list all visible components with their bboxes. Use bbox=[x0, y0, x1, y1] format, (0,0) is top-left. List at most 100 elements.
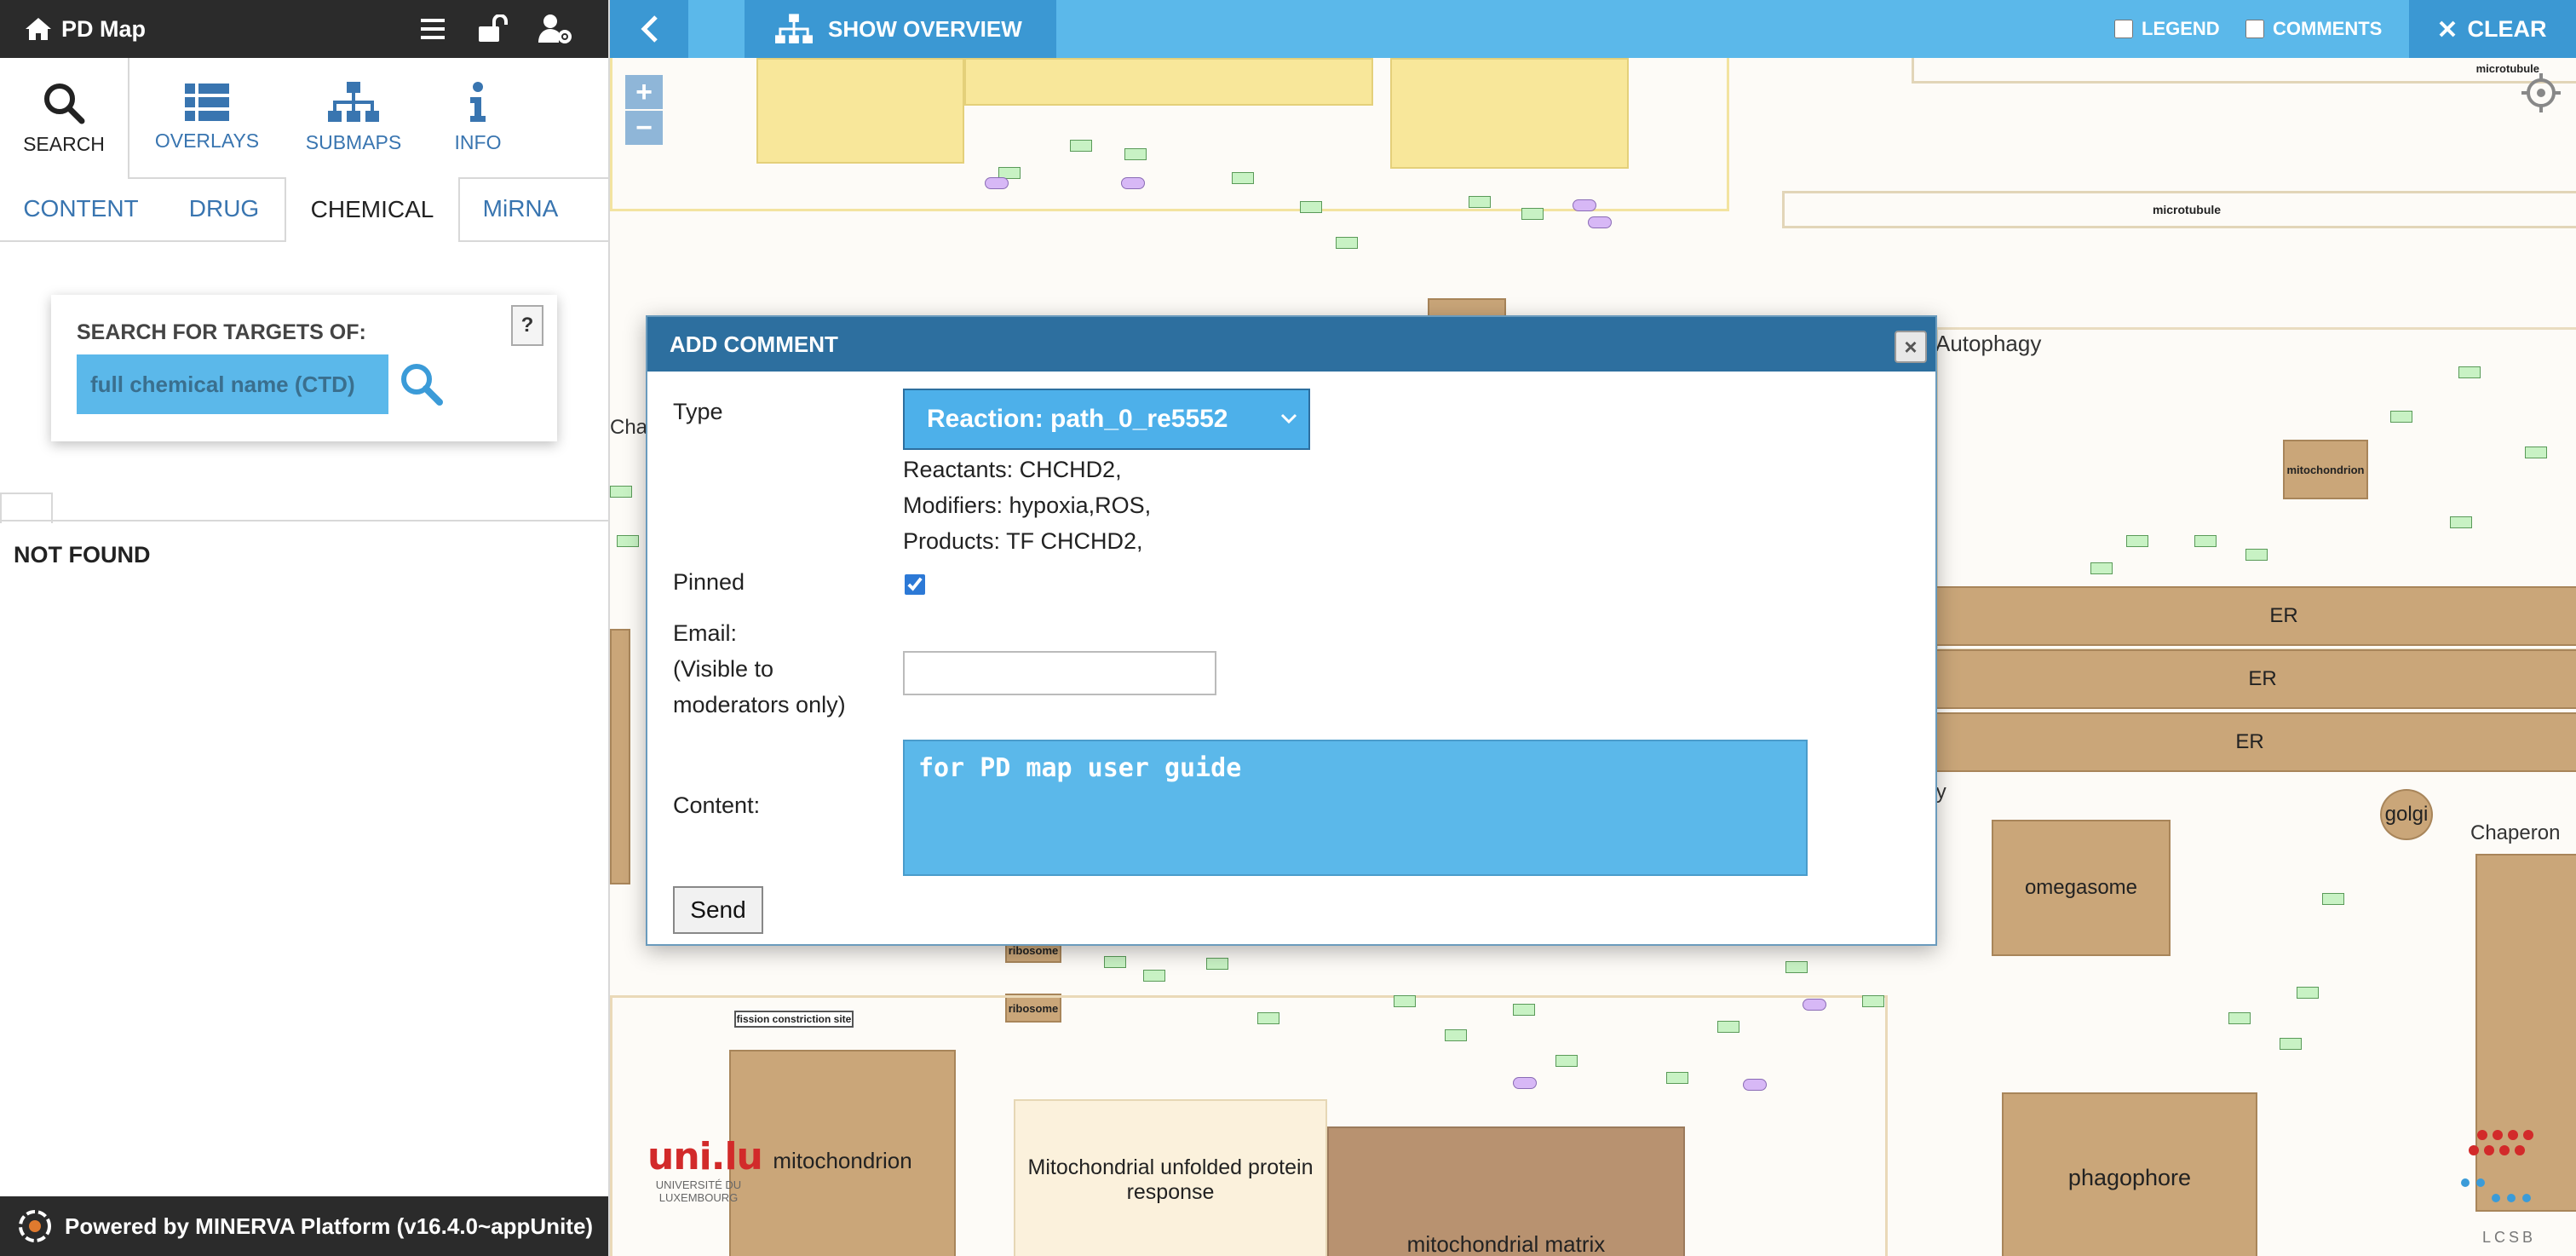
golgi-label: golgi bbox=[2384, 803, 2429, 826]
nav-search[interactable]: SEARCH bbox=[0, 58, 129, 179]
nav-info[interactable]: INFO bbox=[414, 58, 542, 177]
search-icon bbox=[44, 83, 85, 124]
nav-search-label: SEARCH bbox=[23, 132, 105, 155]
chevron-left-icon bbox=[641, 15, 658, 43]
type-select-value: Reaction: path_0_re5552 bbox=[927, 405, 1228, 433]
comments-checkbox[interactable] bbox=[2245, 20, 2264, 38]
lcsb-dots-icon bbox=[2461, 1130, 2533, 1202]
mitochondrion: mitochondrion bbox=[729, 1050, 956, 1256]
mitochondrion-small: mitochondrion bbox=[2283, 440, 2368, 499]
er-1-label: ER bbox=[2269, 604, 2298, 627]
legend-label: LEGEND bbox=[2142, 18, 2220, 39]
zoom-in-button[interactable]: + bbox=[625, 75, 663, 109]
list-icon bbox=[185, 83, 229, 121]
info-icon bbox=[470, 81, 486, 122]
er-3-label: ER bbox=[2235, 730, 2264, 753]
uni-logo-text: uni.lu bbox=[647, 1135, 763, 1178]
collapse-panel-button[interactable] bbox=[610, 0, 688, 58]
left-panel: PD Map SEARCH OVERLAYS SUBMAPS INFO CONT… bbox=[0, 0, 610, 1256]
phagophore: phagophore bbox=[2002, 1092, 2257, 1256]
compartment-yellow-2 bbox=[964, 58, 1373, 106]
add-comment-dialog: ADD COMMENT × Type Reaction: path_0_re55… bbox=[646, 315, 1937, 946]
nav-overlays[interactable]: OVERLAYS bbox=[143, 58, 271, 177]
nav-info-label: INFO bbox=[454, 130, 502, 153]
search-label: SEARCH FOR TARGETS OF: bbox=[77, 320, 366, 344]
microtubule-1: microtubule bbox=[1912, 58, 2576, 84]
minerva-logo-icon bbox=[19, 1210, 51, 1242]
mito-unfolded-label: Mitochondrial unfolded protein response bbox=[1027, 1155, 1314, 1204]
nav-submaps[interactable]: SUBMAPS bbox=[290, 58, 417, 177]
dialog-close-button[interactable]: × bbox=[1895, 331, 1927, 363]
email-label-line3: moderators only) bbox=[673, 692, 846, 717]
clear-label: CLEAR bbox=[2467, 15, 2547, 42]
type-select[interactable]: Reaction: path_0_re5552 bbox=[903, 389, 1310, 450]
modifiers-text: Modifiers: hypoxia,ROS, bbox=[903, 493, 1152, 518]
map-toolbar: SHOW OVERVIEW LEGEND COMMENTS CLEAR bbox=[610, 0, 2576, 58]
close-icon bbox=[2439, 20, 2455, 37]
compartment-yellow-1 bbox=[756, 58, 964, 164]
er-band-3: ER bbox=[1930, 712, 2576, 772]
home-icon bbox=[26, 18, 51, 40]
lcsb-text: LCSB bbox=[2482, 1229, 2537, 1246]
legend-toggle[interactable]: LEGEND bbox=[2114, 0, 2220, 58]
email-label-line2: (Visible to bbox=[673, 656, 774, 682]
zoom-out-button[interactable]: − bbox=[625, 111, 663, 145]
footer: Powered by MINERVA Platform (v16.4.0~app… bbox=[0, 1196, 608, 1256]
tab-content[interactable]: CONTENT bbox=[0, 177, 162, 240]
search-submit-icon[interactable] bbox=[399, 361, 443, 406]
uni-logo: uni.lu UNIVERSITÉ DU LUXEMBOURG bbox=[647, 1135, 763, 1204]
email-label-line1: Email: bbox=[673, 620, 738, 646]
uni-name-line2: LUXEMBOURG bbox=[658, 1191, 739, 1204]
result-subtab[interactable] bbox=[0, 493, 53, 523]
golgi: golgi bbox=[2380, 789, 2433, 840]
main-nav: SEARCH OVERLAYS SUBMAPS INFO bbox=[0, 58, 608, 179]
nav-overlays-label: OVERLAYS bbox=[154, 129, 260, 152]
legend-checkbox[interactable] bbox=[2114, 20, 2133, 38]
omegasome-label: omegasome bbox=[2024, 876, 2138, 899]
search-tabs: CONTENT DRUG CHEMICAL MiRNA bbox=[0, 177, 608, 242]
reactants-text: Reactants: CHCHD2, bbox=[903, 457, 1122, 482]
tab-chemical[interactable]: CHEMICAL bbox=[285, 177, 460, 242]
content-label: Content: bbox=[673, 792, 761, 818]
pinned-checkbox[interactable] bbox=[905, 574, 925, 595]
products-text: Products: TF CHCHD2, bbox=[903, 528, 1143, 554]
mitochondrion-label: mitochondrion bbox=[773, 1147, 912, 1173]
type-label: Type bbox=[673, 399, 723, 424]
comments-label: COMMENTS bbox=[2273, 18, 2383, 39]
comments-toggle[interactable]: COMMENTS bbox=[2245, 0, 2382, 58]
result-status: NOT FOUND bbox=[14, 542, 151, 568]
search-input[interactable] bbox=[77, 354, 388, 414]
footer-text: Powered by MINERVA Platform (v16.4.0~app… bbox=[65, 1213, 594, 1239]
er-band-2: ER bbox=[1930, 649, 2576, 709]
locate-icon[interactable] bbox=[2520, 72, 2562, 114]
chaperon-label: Chaperon bbox=[2470, 821, 2561, 844]
user-settings-icon[interactable] bbox=[538, 12, 572, 46]
chevron-down-icon bbox=[1280, 413, 1297, 424]
help-button[interactable]: ? bbox=[511, 305, 543, 346]
mito-unfolded-response: Mitochondrial unfolded protein response bbox=[1014, 1099, 1327, 1256]
sitemap-icon bbox=[775, 14, 813, 43]
menu-icon[interactable] bbox=[416, 12, 450, 46]
mitochondrion-small-label: mitochondrion bbox=[2286, 463, 2365, 476]
lcsb-logo: LCSB bbox=[2448, 1126, 2550, 1254]
tab-mirna[interactable]: MiRNA bbox=[465, 177, 576, 240]
microtubule-2: microtubule bbox=[1782, 191, 2576, 228]
result-divider bbox=[0, 520, 608, 521]
content-textarea[interactable]: for PD map user guide bbox=[903, 740, 1808, 876]
mitochondrial-matrix: mitochondrial matrix bbox=[1327, 1126, 1685, 1256]
compartment-yellow-3 bbox=[1390, 58, 1629, 169]
send-button[interactable]: Send bbox=[673, 886, 763, 934]
unlock-icon[interactable] bbox=[475, 12, 509, 46]
compartment-left-edge bbox=[610, 629, 630, 884]
nav-submaps-label: SUBMAPS bbox=[305, 130, 402, 153]
show-overview-button[interactable]: SHOW OVERVIEW bbox=[745, 0, 1056, 58]
dialog-title: ADD COMMENT bbox=[670, 331, 838, 357]
microtubule-2-label: microtubule bbox=[2152, 203, 2222, 216]
pinned-label: Pinned bbox=[673, 569, 745, 595]
clear-button[interactable]: CLEAR bbox=[2409, 0, 2576, 58]
tab-drug[interactable]: DRUG bbox=[170, 177, 278, 240]
uni-name-line1: UNIVERSITÉ DU bbox=[655, 1178, 742, 1191]
email-field[interactable] bbox=[903, 651, 1216, 695]
show-overview-label: SHOW OVERVIEW bbox=[828, 15, 1022, 42]
home-link[interactable]: PD Map bbox=[24, 0, 146, 58]
